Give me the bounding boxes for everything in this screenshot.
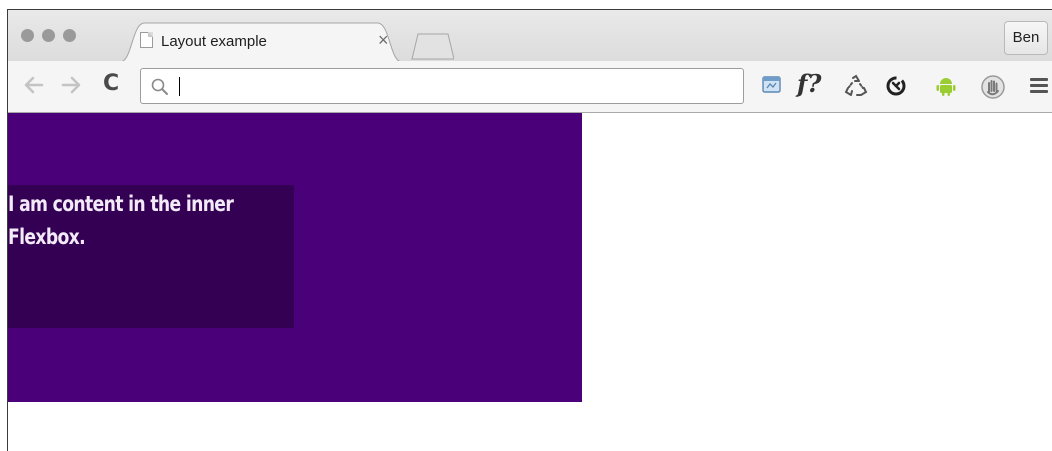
- close-window-button[interactable]: [21, 29, 34, 42]
- tab-close-icon[interactable]: ×: [378, 31, 389, 49]
- tab-strip: Layout example × Ben: [8, 10, 1052, 62]
- profile-button[interactable]: Ben: [1004, 21, 1048, 55]
- browser-window: Layout example × Ben C f? I am content i…: [7, 9, 1052, 451]
- browser-window-icon[interactable]: [761, 74, 783, 96]
- android-icon[interactable]: [935, 74, 957, 98]
- toolbar: C f?: [8, 61, 1052, 113]
- new-tab-button[interactable]: [410, 32, 454, 60]
- zoom-window-button[interactable]: [63, 29, 76, 42]
- search-icon: [151, 78, 168, 95]
- address-bar[interactable]: [140, 68, 744, 104]
- reload-icon[interactable]: C: [103, 72, 119, 96]
- outer-flexbox: I am content in the inner Flexbox.: [8, 113, 582, 402]
- inner-flexbox: I am content in the inner Flexbox.: [8, 185, 294, 328]
- text-caret: [179, 77, 180, 96]
- page-icon: [140, 32, 153, 48]
- back-arrow-icon[interactable]: [22, 73, 46, 97]
- minimize-window-button[interactable]: [42, 29, 55, 42]
- sync-icon[interactable]: [884, 74, 908, 98]
- font-finder-icon[interactable]: f?: [797, 69, 821, 98]
- menu-icon[interactable]: [1028, 74, 1050, 96]
- recycle-icon[interactable]: [844, 74, 868, 98]
- inner-flexbox-text: I am content in the inner Flexbox.: [8, 192, 234, 249]
- tab-layout-example[interactable]: Layout example ×: [120, 22, 402, 62]
- tab-title: Layout example: [161, 33, 267, 50]
- forward-arrow-icon[interactable]: [59, 73, 83, 97]
- address-input[interactable]: [181, 69, 731, 103]
- hand-icon[interactable]: [980, 74, 1006, 100]
- page-viewport: I am content in the inner Flexbox.: [8, 113, 1052, 451]
